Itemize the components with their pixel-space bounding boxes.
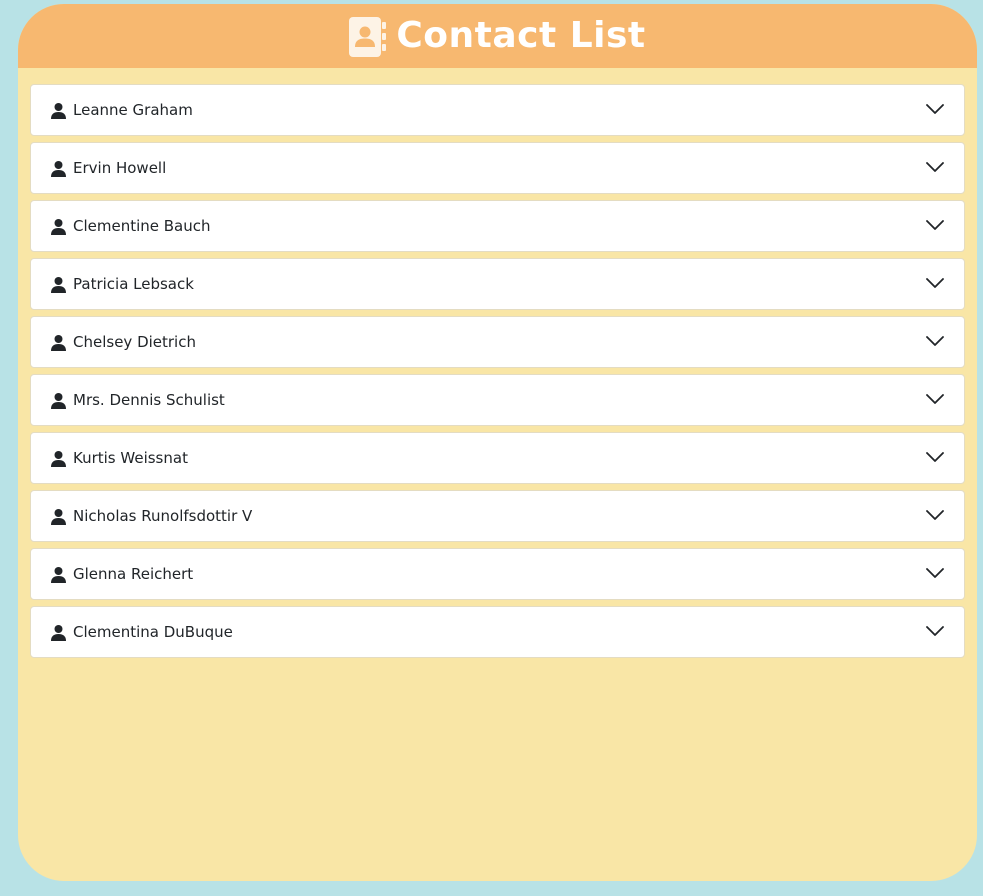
chevron-down-icon[interactable]	[926, 218, 944, 232]
contact-item[interactable]: Kurtis Weissnat	[30, 432, 965, 484]
user-icon	[51, 161, 66, 177]
chevron-down-icon[interactable]	[926, 624, 944, 638]
contact-name: Patricia Lebsack	[73, 275, 194, 293]
chevron-down-icon[interactable]	[926, 102, 944, 116]
contact-list-card: Contact List Leanne Graham Ervin Howell …	[18, 4, 977, 881]
page-title: Contact List	[396, 15, 646, 56]
user-icon	[51, 567, 66, 583]
contact-name: Kurtis Weissnat	[73, 449, 188, 467]
user-icon	[51, 103, 66, 119]
contact-item[interactable]: Leanne Graham	[30, 84, 965, 136]
chevron-down-icon[interactable]	[926, 450, 944, 464]
contact-name: Glenna Reichert	[73, 565, 194, 583]
header-bar: Contact List	[18, 4, 977, 68]
user-icon	[51, 219, 66, 235]
contact-item[interactable]: Clementina DuBuque	[30, 606, 965, 658]
chevron-down-icon[interactable]	[926, 276, 944, 290]
user-icon	[51, 509, 66, 525]
contact-name: Clementina DuBuque	[73, 623, 233, 641]
contact-list: Leanne Graham Ervin Howell Clementine Ba…	[30, 84, 965, 664]
chevron-down-icon[interactable]	[926, 334, 944, 348]
contact-item[interactable]: Glenna Reichert	[30, 548, 965, 600]
chevron-down-icon[interactable]	[926, 566, 944, 580]
contact-name: Mrs. Dennis Schulist	[73, 391, 225, 409]
contact-item[interactable]: Ervin Howell	[30, 142, 965, 194]
chevron-down-icon[interactable]	[926, 508, 944, 522]
contact-name: Nicholas Runolfsdottir V	[73, 507, 253, 525]
user-icon	[51, 451, 66, 467]
user-icon	[51, 277, 66, 293]
address-book-icon	[349, 17, 387, 57]
contact-name: Leanne Graham	[73, 101, 193, 119]
user-icon	[51, 625, 66, 641]
contact-item[interactable]: Nicholas Runolfsdottir V	[30, 490, 965, 542]
contact-name: Clementine Bauch	[73, 217, 211, 235]
chevron-down-icon[interactable]	[926, 392, 944, 406]
contact-item[interactable]: Patricia Lebsack	[30, 258, 965, 310]
contact-item[interactable]: Mrs. Dennis Schulist	[30, 374, 965, 426]
contact-name: Ervin Howell	[73, 159, 167, 177]
contact-item[interactable]: Chelsey Dietrich	[30, 316, 965, 368]
user-icon	[51, 335, 66, 351]
user-icon	[51, 393, 66, 409]
contact-name: Chelsey Dietrich	[73, 333, 196, 351]
chevron-down-icon[interactable]	[926, 160, 944, 174]
contact-item[interactable]: Clementine Bauch	[30, 200, 965, 252]
